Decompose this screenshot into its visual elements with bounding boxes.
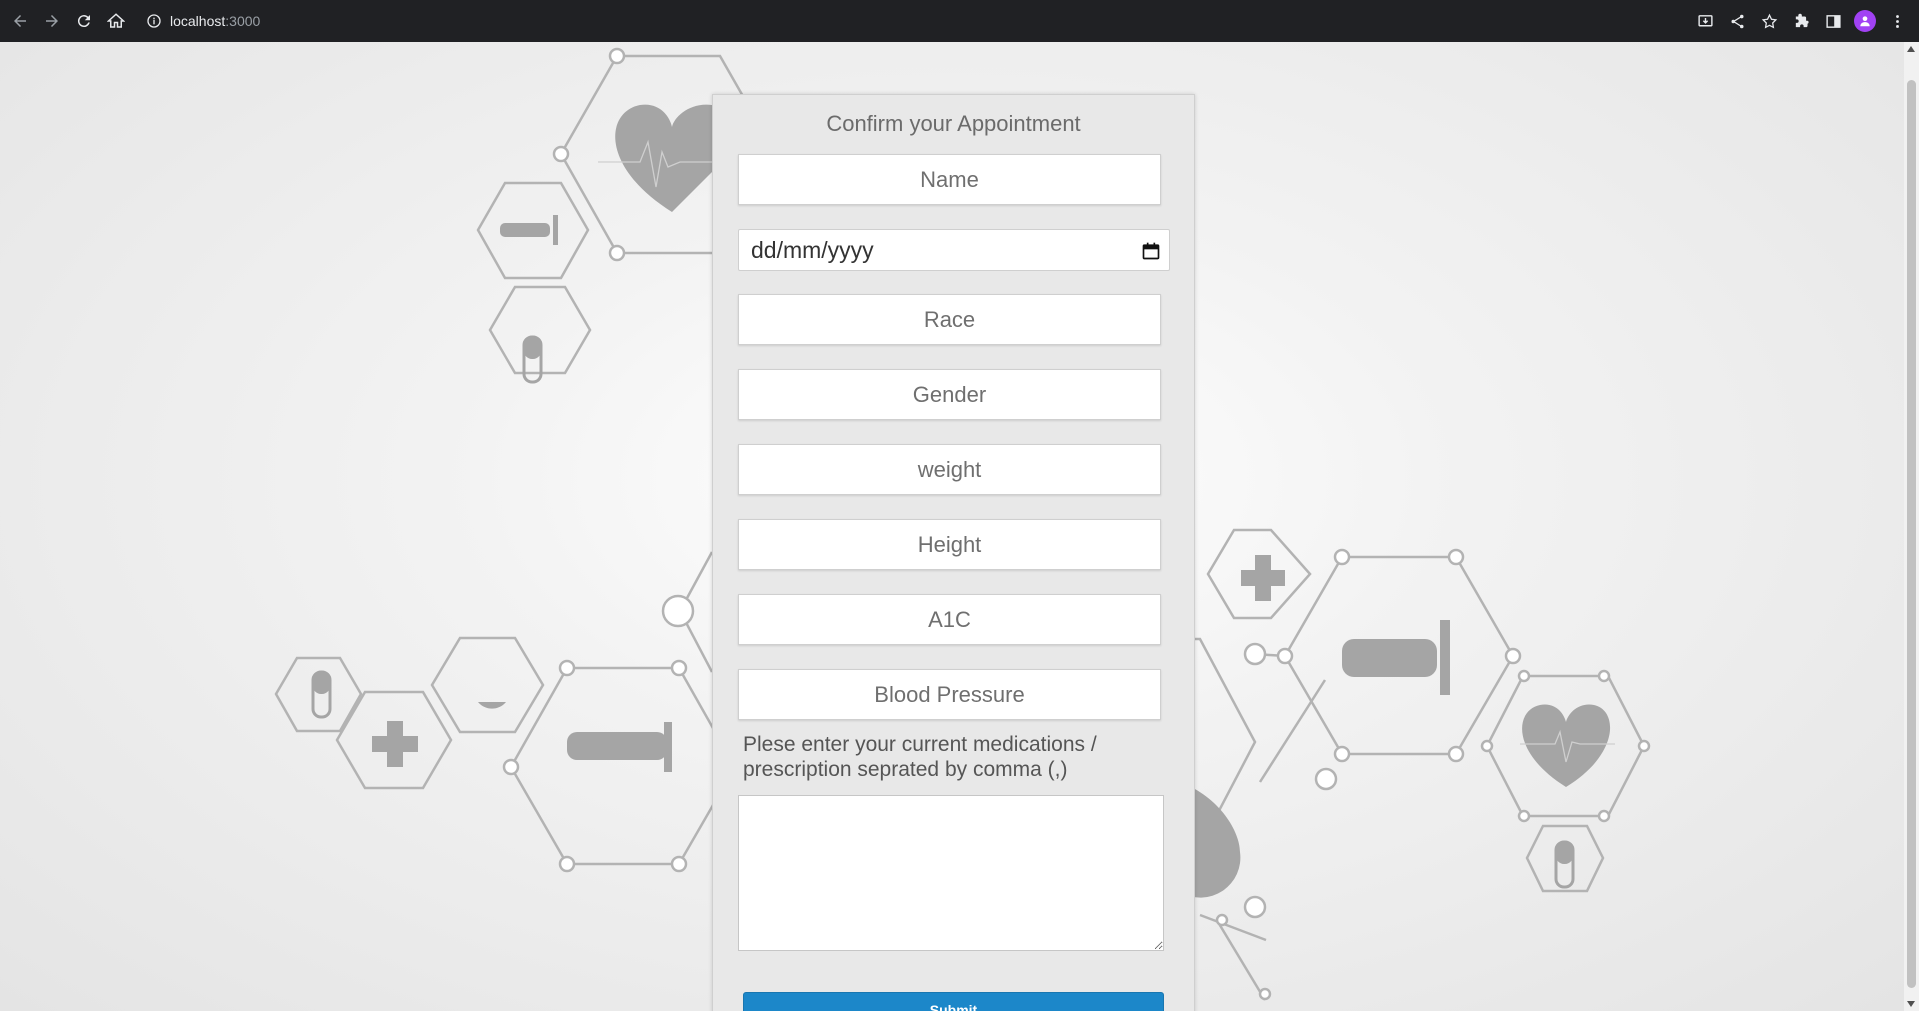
profile-button[interactable] bbox=[1849, 0, 1881, 42]
home-icon bbox=[107, 13, 125, 28]
form-title: Confirm your Appointment bbox=[826, 111, 1081, 136]
scroll-down-arrow[interactable] bbox=[1907, 1001, 1915, 1007]
blood-pressure-input[interactable] bbox=[738, 669, 1161, 720]
date-placeholder: dd/mm/yyyy bbox=[751, 236, 874, 263]
side-panel-button[interactable] bbox=[1817, 0, 1849, 42]
star-icon bbox=[1761, 13, 1777, 29]
url-port: :3000 bbox=[225, 13, 261, 29]
address-bar[interactable]: localhost:3000 bbox=[146, 13, 260, 29]
name-input[interactable] bbox=[738, 154, 1161, 205]
weight-input[interactable] bbox=[738, 444, 1161, 495]
arrow-left-icon bbox=[14, 15, 26, 27]
side-panel-icon bbox=[1825, 14, 1841, 28]
page-scrollbar[interactable] bbox=[1904, 42, 1919, 1011]
gender-input[interactable] bbox=[738, 369, 1161, 420]
medications-textarea[interactable] bbox=[738, 795, 1164, 951]
submit-button[interactable]: Submit bbox=[743, 992, 1164, 1011]
forward-button[interactable] bbox=[36, 0, 68, 42]
reload-button[interactable] bbox=[68, 0, 100, 42]
puzzle-icon bbox=[1795, 13, 1809, 27]
scrollbar-thumb[interactable] bbox=[1907, 80, 1916, 988]
race-input[interactable] bbox=[738, 294, 1161, 345]
info-icon bbox=[147, 14, 161, 28]
scroll-up-arrow[interactable] bbox=[1907, 46, 1915, 52]
menu-button[interactable] bbox=[1881, 0, 1913, 42]
share-icon bbox=[1730, 14, 1744, 28]
date-input[interactable]: dd/mm/yyyy bbox=[738, 229, 1170, 271]
page-viewport: Confirm your Appointment dd/mm/yyyy Ples… bbox=[0, 42, 1904, 1011]
appointment-form: Confirm your Appointment dd/mm/yyyy Ples… bbox=[712, 94, 1195, 1011]
share-button[interactable] bbox=[1721, 0, 1753, 42]
height-input[interactable] bbox=[738, 519, 1161, 570]
url-host: localhost bbox=[170, 13, 226, 29]
home-button[interactable] bbox=[100, 0, 132, 42]
extensions-button[interactable] bbox=[1785, 0, 1817, 42]
install-icon bbox=[1697, 14, 1713, 26]
medications-label: Plese enter your current medications / p… bbox=[743, 733, 1097, 781]
bookmark-button[interactable] bbox=[1753, 0, 1785, 42]
install-app-button[interactable] bbox=[1689, 0, 1721, 42]
arrow-right-icon bbox=[46, 15, 58, 27]
avatar bbox=[1854, 10, 1876, 32]
calendar-icon[interactable] bbox=[1141, 241, 1161, 261]
browser-toolbar: localhost:3000 bbox=[0, 0, 1919, 42]
back-button[interactable] bbox=[4, 0, 36, 42]
reload-icon bbox=[77, 15, 90, 28]
user-icon bbox=[1860, 16, 1870, 27]
kebab-menu-icon bbox=[1895, 14, 1899, 28]
a1c-input[interactable] bbox=[738, 594, 1161, 645]
